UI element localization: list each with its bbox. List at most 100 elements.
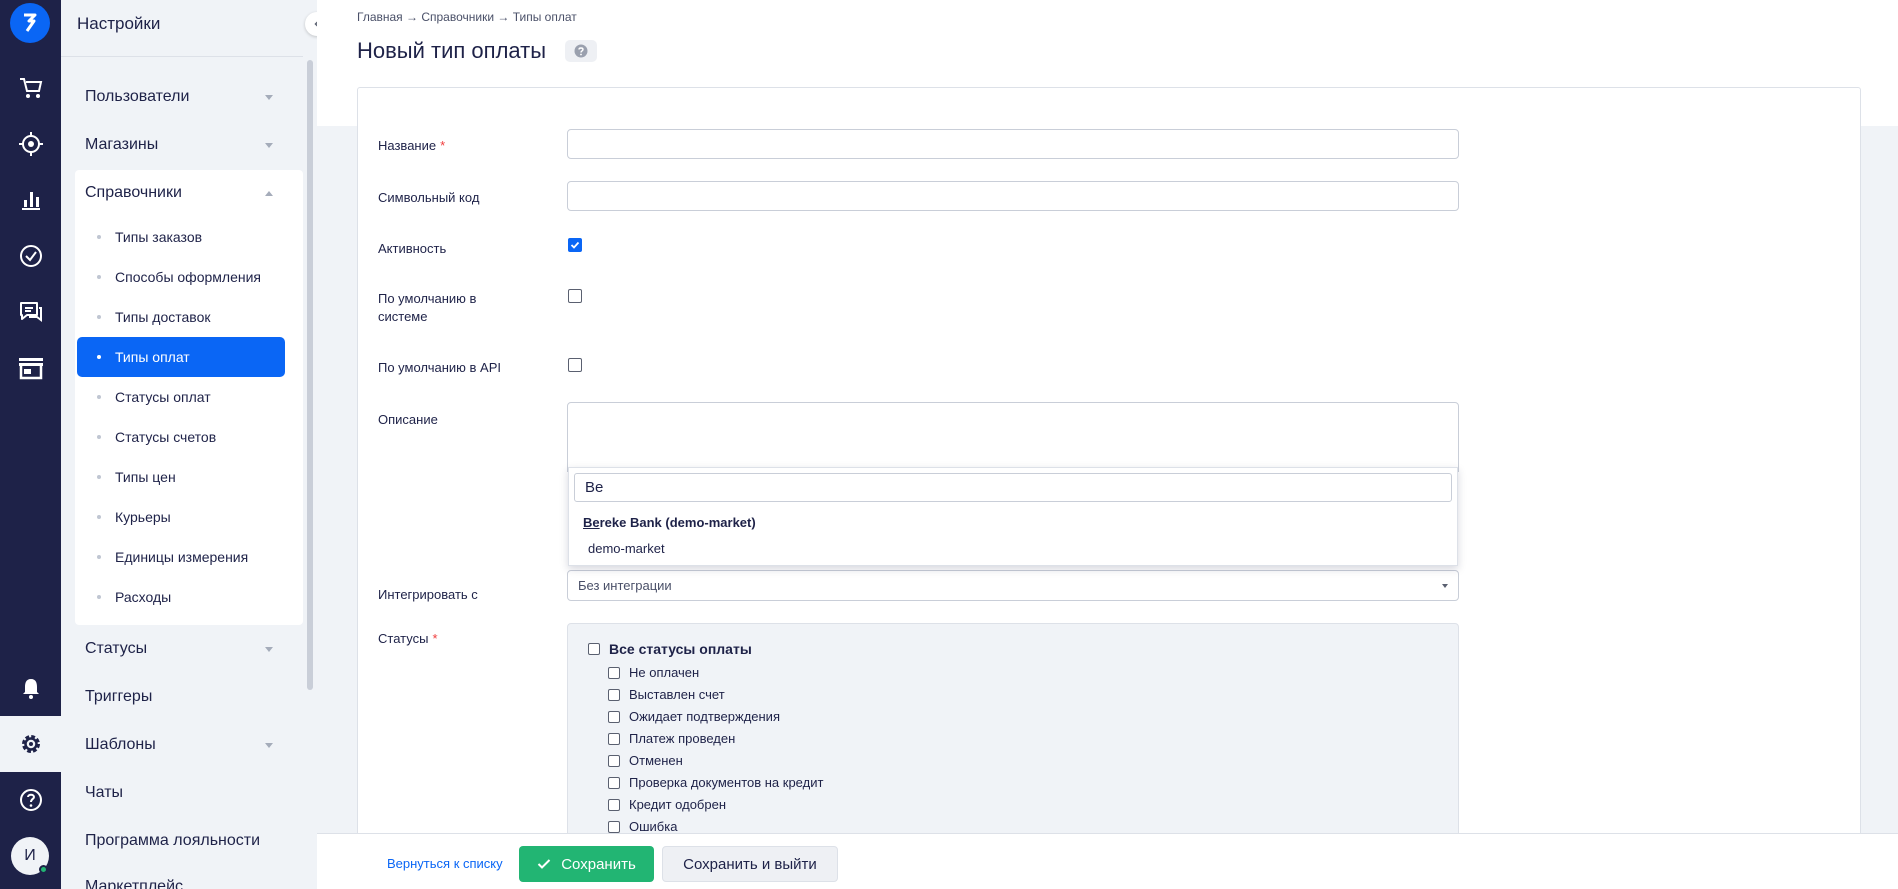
active-label: Активность (378, 241, 447, 256)
status-row[interactable]: Платеж проведен (608, 731, 735, 746)
main-content: Главная → Справочники → Типы оплат Новый… (317, 0, 1898, 889)
required-asterisk: * (432, 631, 438, 646)
sidebar-section-marketplace[interactable]: Маркетплейс (85, 878, 183, 889)
default-system-label-line1: По умолчанию в (378, 291, 477, 306)
sidebar-item-units[interactable]: Единицы измерения (77, 537, 285, 577)
sidebar-section-references[interactable]: Справочники (85, 184, 182, 202)
sidebar-title: Настройки (77, 14, 161, 33)
sidebar-item-label: Типы доставок (115, 309, 211, 325)
status-row[interactable]: Ожидает подтверждения (608, 709, 780, 724)
description-textarea[interactable] (567, 402, 1459, 472)
sidebar-scrollbar[interactable] (307, 60, 313, 690)
collapse-sidebar-button[interactable] (305, 12, 317, 36)
sidebar-item-order-types[interactable]: Типы заказов (77, 217, 285, 257)
name-input[interactable] (567, 129, 1459, 159)
status-row[interactable]: Кредит одобрен (608, 797, 726, 812)
checkbox[interactable] (588, 643, 600, 655)
store-icon[interactable] (0, 348, 61, 388)
checkbox[interactable] (608, 710, 620, 723)
default-api-checkbox[interactable] (568, 358, 582, 372)
target-icon[interactable] (0, 124, 61, 164)
bullet-icon (97, 595, 101, 599)
gear-icon[interactable] (0, 716, 61, 772)
statuses-label: Статусы * (378, 630, 438, 648)
status-label: Ожидает подтверждения (629, 709, 780, 724)
active-checkbox[interactable] (568, 238, 582, 252)
sidebar-item-label: Способы оформления (115, 269, 261, 285)
sidebar-section-users[interactable]: Пользователи (85, 88, 189, 106)
description-label: Описание (378, 412, 438, 427)
checkbox[interactable] (608, 666, 620, 679)
status-row[interactable]: Выставлен счет (608, 687, 725, 702)
sidebar-section-statuses[interactable]: Статусы (85, 640, 147, 658)
sidebar-item-checkout-methods[interactable]: Способы оформления (77, 257, 285, 297)
status-row[interactable]: Проверка документов на кредит (608, 775, 823, 790)
sidebar-section-triggers[interactable]: Триггеры (85, 688, 152, 706)
bell-icon[interactable] (0, 668, 61, 708)
sidebar-item-label: Единицы измерения (115, 549, 249, 565)
checkbox[interactable] (608, 798, 620, 811)
sidebar-item-payment-statuses[interactable]: Статусы оплат (77, 377, 285, 417)
status-label: Отменен (629, 753, 683, 768)
save-button[interactable]: Сохранить (519, 846, 654, 882)
checkbox[interactable] (608, 688, 620, 701)
save-button-label: Сохранить (561, 855, 636, 873)
sidebar-section-chats[interactable]: Чаты (85, 784, 123, 802)
chevron-down-icon[interactable] (265, 95, 273, 100)
bullet-icon (97, 435, 101, 439)
sidebar-section-shops[interactable]: Магазины (85, 136, 158, 154)
check-icon (538, 859, 551, 869)
checkmark-icon (570, 241, 580, 249)
chat-icon[interactable] (0, 292, 61, 332)
status-row[interactable]: Не оплачен (608, 665, 699, 680)
avatar[interactable]: И (11, 837, 49, 875)
checkbox[interactable] (608, 776, 620, 789)
chevron-left-icon (314, 21, 317, 27)
sidebar-section-loyalty[interactable]: Программа лояльности (85, 832, 260, 850)
checkbox[interactable] (608, 820, 620, 833)
dropdown-group-bereke[interactable]: Bereke Bank (demo-market) (583, 515, 756, 530)
avatar-letter: И (24, 847, 36, 864)
bullet-icon (97, 235, 101, 239)
default-system-checkbox[interactable] (568, 289, 582, 303)
code-input[interactable] (567, 181, 1459, 211)
checkbox[interactable] (608, 754, 620, 767)
status-row[interactable]: Ошибка (608, 819, 677, 834)
chevron-up-icon[interactable] (265, 191, 273, 196)
checkbox[interactable] (608, 732, 620, 745)
sidebar-item-payment-types[interactable]: Типы оплат (77, 337, 285, 377)
logo-icon[interactable] (10, 3, 50, 43)
bullet-icon (97, 555, 101, 559)
status-label: Кредит одобрен (629, 797, 727, 812)
online-status-icon (39, 865, 48, 874)
dropdown-search-input[interactable]: Be (574, 473, 1452, 502)
sidebar-item-invoice-statuses[interactable]: Статусы счетов (77, 417, 285, 457)
check-circle-icon[interactable] (0, 236, 61, 276)
cart-icon[interactable] (0, 68, 61, 108)
chevron-down-icon[interactable] (265, 743, 273, 748)
chevron-down-icon[interactable] (265, 143, 273, 148)
breadcrumb[interactable]: Главная → Справочники → Типы оплат (357, 10, 577, 24)
sidebar-item-label: Типы заказов (115, 229, 203, 245)
integration-select[interactable]: Без интеграции (567, 570, 1459, 601)
save-and-exit-button[interactable]: Сохранить и выйти (662, 846, 838, 882)
back-to-list-link[interactable]: Вернуться к списку (387, 856, 503, 871)
dropdown-option-demo-market[interactable]: demo-market (588, 541, 665, 556)
all-statuses-checkbox-row[interactable]: Все статусы оплаты (588, 641, 752, 657)
chevron-down-icon[interactable] (265, 647, 273, 652)
sidebar-item-couriers[interactable]: Курьеры (77, 497, 285, 537)
sidebar-item-price-types[interactable]: Типы цен (77, 457, 285, 497)
help-icon[interactable] (0, 780, 61, 820)
group-label-rest: reke Bank (demo-market) (599, 515, 756, 530)
code-label: Символьный код (378, 190, 480, 205)
chart-icon[interactable] (0, 180, 61, 220)
sidebar-item-expenses[interactable]: Расходы (77, 577, 285, 617)
sidebar-item-label: Статусы оплат (115, 389, 211, 405)
sidebar-item-delivery-types[interactable]: Типы доставок (77, 297, 285, 337)
help-button[interactable] (565, 40, 597, 62)
status-row[interactable]: Отменен (608, 753, 683, 768)
sidebar-item-label: Курьеры (115, 509, 171, 525)
required-asterisk: * (440, 138, 446, 153)
sidebar-section-templates[interactable]: Шаблоны (85, 736, 156, 754)
chevron-down-icon (1442, 584, 1448, 588)
